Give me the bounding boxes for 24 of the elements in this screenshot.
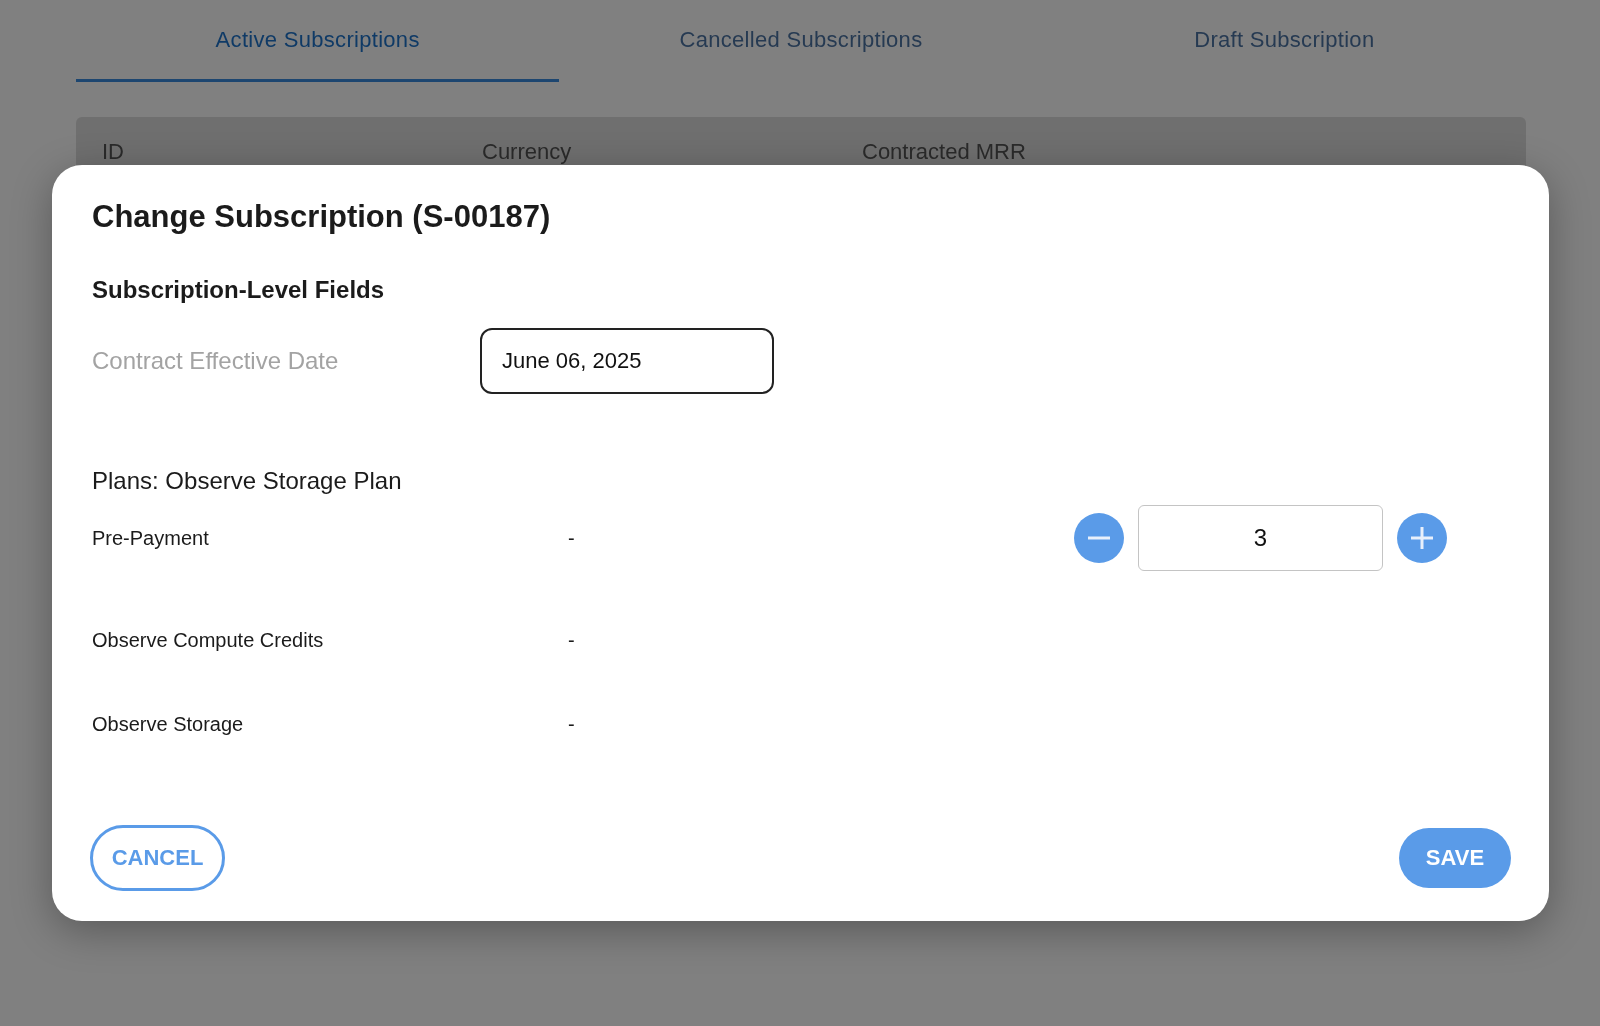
item-name: Pre-Payment <box>92 526 210 550</box>
quantity-field[interactable]: 3 <box>1138 505 1383 571</box>
minus-icon <box>1088 536 1110 540</box>
column-header: Contracted MRR <box>862 139 1026 166</box>
tab[interactable]: Active Subscriptions <box>76 0 560 82</box>
tab[interactable]: Cancelled Subscriptions <box>559 0 1043 82</box>
item-name: Observe Compute Credits <box>92 628 325 652</box>
column-header: ID <box>102 139 125 166</box>
tab[interactable]: Draft Subscription <box>1042 0 1526 82</box>
cancel-button[interactable]: CANCEL <box>90 825 225 891</box>
plan-title: Plans: Observe Storage Plan <box>92 466 403 496</box>
column-header: Currency <box>482 139 573 166</box>
minus-button[interactable] <box>1074 513 1124 563</box>
save-button[interactable]: SAVE <box>1399 828 1511 888</box>
item-name: Observe Storage <box>92 712 245 736</box>
item-value: - <box>568 628 575 651</box>
item-value: - <box>568 526 575 549</box>
dialog-title: Change Subscription (S-00187) <box>92 198 552 236</box>
plus-icon <box>1411 527 1433 549</box>
section-title: Subscription-Level Fields <box>92 275 386 305</box>
date-field[interactable]: June 06, 2025 <box>480 328 774 394</box>
field-label: Contract Effective Date <box>92 347 340 375</box>
item-value: - <box>568 712 575 735</box>
plus-button[interactable] <box>1397 513 1447 563</box>
